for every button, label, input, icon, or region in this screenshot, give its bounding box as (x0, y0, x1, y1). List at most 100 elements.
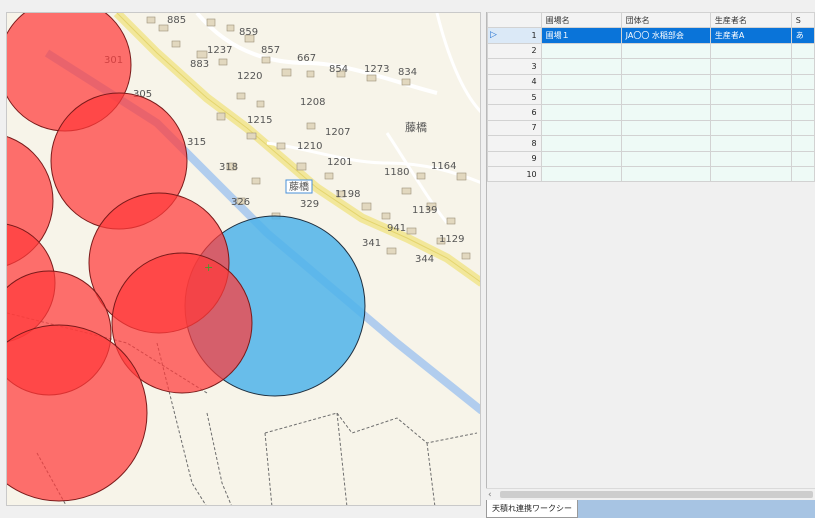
cell-group[interactable] (620, 150, 711, 167)
cell-field[interactable] (540, 119, 622, 137)
map-label-1139: 1139 (412, 205, 437, 216)
corner-header[interactable] (487, 12, 542, 29)
table-row[interactable]: 5 (487, 88, 815, 106)
map-place-name: 藤橋 (405, 120, 427, 134)
cell-group[interactable] (620, 135, 711, 152)
cell-field[interactable] (540, 58, 622, 75)
map-label-854: 854 (329, 64, 348, 75)
cell-group[interactable] (620, 88, 711, 106)
table-row[interactable]: ▷ 1 圃場１ JA〇〇 水稲部会 生産者A あ (487, 27, 815, 44)
map-label-667: 667 (297, 53, 316, 64)
map-label-329: 329 (300, 199, 319, 210)
map-label-1207: 1207 (325, 127, 350, 138)
map-label-1164: 1164 (431, 161, 456, 172)
column-header-extra[interactable]: S (790, 12, 815, 29)
cell-extra[interactable] (790, 119, 815, 137)
cell-field[interactable] (540, 88, 622, 106)
cell-producer[interactable] (709, 104, 792, 121)
map-label-1237: 1237 (207, 45, 232, 56)
cell-field[interactable] (540, 73, 622, 90)
cell-group[interactable]: JA〇〇 水稲部会 (620, 27, 711, 44)
map-label-1201: 1201 (327, 157, 352, 168)
map-label-885: 885 (167, 15, 186, 26)
scroll-thumb[interactable] (500, 491, 813, 498)
cell-field[interactable] (540, 104, 622, 121)
cell-field[interactable] (540, 150, 622, 167)
row-header[interactable]: 2 (487, 42, 542, 60)
row-header[interactable]: 3 (487, 58, 542, 75)
table-row[interactable]: 7 (487, 119, 815, 137)
cell-group[interactable] (620, 119, 711, 137)
grid-table: 圃場名 団体名 生産者名 S ▷ 1 圃場１ JA〇〇 水稲部会 生産者A あ 2 (487, 12, 815, 183)
map-label-1215: 1215 (247, 115, 272, 126)
table-row[interactable]: 8 (487, 135, 815, 152)
map-label-834: 834 (398, 67, 417, 78)
row-header[interactable]: 4 (487, 73, 542, 90)
map-label-318: 318 (219, 162, 238, 173)
map-label-315: 315 (187, 137, 206, 148)
cell-group[interactable] (620, 165, 711, 183)
table-row[interactable]: 6 (487, 104, 815, 121)
table-row[interactable]: 4 (487, 73, 815, 90)
app-window: 885 859 1237 857 301 883 667 854 1273 83… (0, 0, 815, 518)
row-header[interactable]: 8 (487, 135, 542, 152)
row-header[interactable]: 10 (487, 165, 542, 183)
map-label-883: 883 (190, 59, 209, 70)
cell-producer[interactable] (709, 73, 792, 90)
table-row[interactable]: 10 (487, 165, 815, 183)
cell-group[interactable] (620, 73, 711, 90)
cell-producer[interactable] (709, 150, 792, 167)
cell-extra[interactable] (790, 73, 815, 90)
horizontal-scrollbar[interactable]: ‹ (486, 488, 815, 500)
cell-producer[interactable] (709, 119, 792, 137)
map-label-1208: 1208 (300, 97, 325, 108)
cell-extra[interactable] (790, 58, 815, 75)
column-header-field[interactable]: 圃場名 (540, 12, 622, 29)
cell-producer[interactable] (709, 42, 792, 60)
tab-worksheet[interactable]: 天積れ連携ワークシート (486, 500, 578, 518)
map-label-1198: 1198 (335, 189, 360, 200)
map-label-1220: 1220 (237, 71, 262, 82)
cell-group[interactable] (620, 104, 711, 121)
cell-extra[interactable] (790, 104, 815, 121)
cell-producer[interactable] (709, 165, 792, 183)
center-marker-icon: + (204, 261, 213, 274)
table-row[interactable]: 3 (487, 58, 815, 75)
column-header-group[interactable]: 団体名 (620, 12, 711, 29)
row-header[interactable]: 7 (487, 119, 542, 137)
row-header[interactable]: 5 (487, 88, 542, 106)
map-label-1129: 1129 (439, 234, 464, 245)
cell-group[interactable] (620, 58, 711, 75)
cell-extra[interactable] (790, 150, 815, 167)
cell-field[interactable]: 圃場１ (540, 27, 622, 44)
cell-extra[interactable] (790, 88, 815, 106)
table-row[interactable]: 9 (487, 150, 815, 167)
cell-field[interactable] (540, 165, 622, 183)
map-label-326: 326 (231, 197, 250, 208)
table-row[interactable]: 2 (487, 42, 815, 60)
row-header[interactable]: ▷ 1 (487, 27, 542, 44)
map-view[interactable]: 885 859 1237 857 301 883 667 854 1273 83… (6, 12, 481, 506)
map-label-1210: 1210 (297, 141, 322, 152)
cell-extra[interactable] (790, 165, 815, 183)
cell-field[interactable] (540, 42, 622, 60)
cell-group[interactable] (620, 42, 711, 60)
row-number: 1 (531, 31, 537, 41)
map-label-941: 941 (387, 223, 406, 234)
data-grid[interactable]: 圃場名 団体名 生産者名 S ▷ 1 圃場１ JA〇〇 水稲部会 生産者A あ 2 (486, 12, 815, 488)
row-header[interactable]: 9 (487, 150, 542, 167)
cell-producer[interactable] (709, 135, 792, 152)
cell-producer[interactable] (709, 88, 792, 106)
cell-producer[interactable] (709, 58, 792, 75)
cell-extra[interactable] (790, 135, 815, 152)
cell-field[interactable] (540, 135, 622, 152)
cell-extra[interactable] (790, 42, 815, 60)
map-label-1273: 1273 (364, 64, 389, 75)
row-header[interactable]: 6 (487, 104, 542, 121)
cell-producer[interactable]: 生産者A (709, 27, 792, 44)
sheet-tab-bar: 天積れ連携ワークシート (486, 500, 815, 518)
column-header-producer[interactable]: 生産者名 (709, 12, 792, 29)
map-canvas[interactable]: 885 859 1237 857 301 883 667 854 1273 83… (7, 13, 481, 506)
station-label: 藤橋 (289, 180, 309, 193)
cell-extra[interactable]: あ (790, 27, 815, 44)
